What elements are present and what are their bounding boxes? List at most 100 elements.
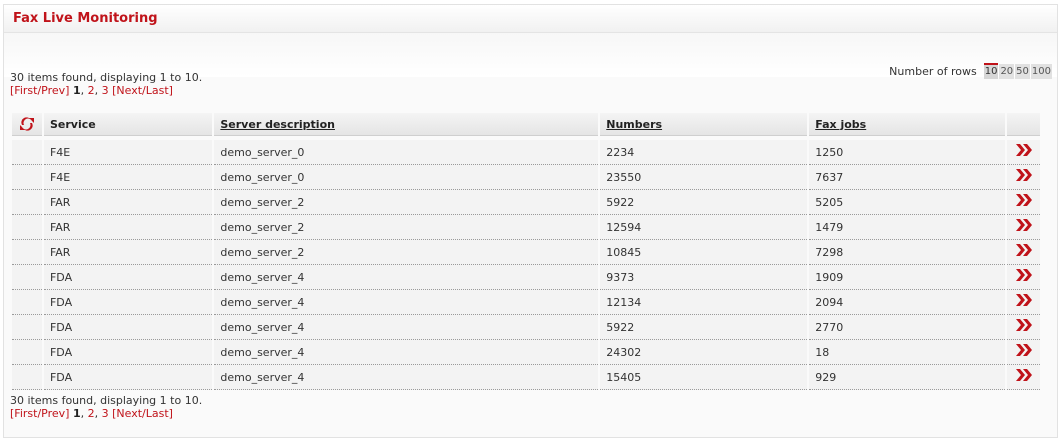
rows-per-page-label: Number of rows xyxy=(889,64,977,78)
table-row: FDA demo_server_4 9373 1909 xyxy=(12,265,1040,290)
column-header-numbers[interactable]: Numbers xyxy=(600,113,808,136)
double-chevron-right-icon[interactable] xyxy=(1015,168,1033,182)
page-3-link[interactable]: 3 xyxy=(102,407,109,420)
fax-jobs-cell: 5205 xyxy=(809,190,1006,215)
column-header-service: Service xyxy=(43,113,213,136)
numbers-cell: 5922 xyxy=(600,190,808,215)
row-lead-cell xyxy=(12,140,42,165)
row-action-cell xyxy=(1007,165,1040,190)
fax-monitoring-table: Service Server description Numbers Fax j… xyxy=(10,113,1042,390)
rows-option-50[interactable]: 50 xyxy=(1015,63,1030,79)
double-chevron-right-icon[interactable] xyxy=(1015,268,1033,282)
column-header-label[interactable]: Fax jobs xyxy=(815,118,866,131)
fax-jobs-cell: 7637 xyxy=(809,165,1006,190)
pager-separator: , xyxy=(80,84,88,97)
server-description-cell: demo_server_2 xyxy=(214,215,599,240)
server-description-cell: demo_server_2 xyxy=(214,240,599,265)
page-2-link[interactable]: 2 xyxy=(88,84,95,97)
service-cell: FDA xyxy=(43,265,213,290)
page-3-link[interactable]: 3 xyxy=(102,84,109,97)
server-description-cell: demo_server_4 xyxy=(214,315,599,340)
first-prev-link[interactable]: [First/Prev] xyxy=(10,84,69,97)
current-page: 1 xyxy=(72,407,81,420)
pager-separator: , xyxy=(94,84,102,97)
service-cell: FAR xyxy=(43,240,213,265)
table-row: FDA demo_server_4 15405 929 xyxy=(12,365,1040,390)
row-lead-cell xyxy=(12,240,42,265)
server-description-cell: demo_server_0 xyxy=(214,165,599,190)
column-header-label: Service xyxy=(49,117,96,131)
panel-header: Fax Live Monitoring xyxy=(4,5,1057,33)
column-header-label[interactable]: Numbers xyxy=(606,118,662,131)
numbers-cell: 10845 xyxy=(600,240,808,265)
first-prev-link[interactable]: [First/Prev] xyxy=(10,407,69,420)
service-cell: FDA xyxy=(43,315,213,340)
row-lead-cell xyxy=(12,265,42,290)
next-last-link[interactable]: [Next/Last] xyxy=(112,84,173,97)
page-2-link[interactable]: 2 xyxy=(88,407,95,420)
refresh-header-cell xyxy=(12,113,42,136)
fax-jobs-cell: 1909 xyxy=(809,265,1006,290)
numbers-cell: 23550 xyxy=(600,165,808,190)
double-chevron-right-icon[interactable] xyxy=(1015,343,1033,357)
column-header-label[interactable]: Server description xyxy=(220,118,335,131)
fax-jobs-cell: 7298 xyxy=(809,240,1006,265)
row-action-cell xyxy=(1007,265,1040,290)
column-header-fax-jobs[interactable]: Fax jobs xyxy=(809,113,1006,136)
table-row: FAR demo_server_2 5922 5205 xyxy=(12,190,1040,215)
table-body: F4E demo_server_0 2234 1250 F4E demo_server_0… xyxy=(12,140,1040,390)
row-action-cell xyxy=(1007,340,1040,365)
refresh-icon[interactable] xyxy=(19,116,35,132)
rows-per-page-control: Number of rows 10 20 50 100 xyxy=(889,63,1052,79)
double-chevron-right-icon[interactable] xyxy=(1015,193,1033,207)
row-action-cell xyxy=(1007,365,1040,390)
row-lead-cell xyxy=(12,290,42,315)
column-header-server-description[interactable]: Server description xyxy=(214,113,599,136)
rows-option-100[interactable]: 100 xyxy=(1030,63,1052,79)
row-lead-cell xyxy=(12,190,42,215)
service-cell: FAR xyxy=(43,215,213,240)
service-cell: FDA xyxy=(43,290,213,315)
double-chevron-right-icon[interactable] xyxy=(1015,243,1033,257)
table-row: F4E demo_server_0 23550 7637 xyxy=(12,165,1040,190)
fax-jobs-cell: 929 xyxy=(809,365,1006,390)
fax-jobs-cell: 2094 xyxy=(809,290,1006,315)
pager-bottom: [First/Prev] 1, 2, 3 [Next/Last] xyxy=(10,407,202,420)
server-description-cell: demo_server_4 xyxy=(214,290,599,315)
service-cell: F4E xyxy=(43,165,213,190)
double-chevron-right-icon[interactable] xyxy=(1015,318,1033,332)
service-cell: FDA xyxy=(43,340,213,365)
double-chevron-right-icon[interactable] xyxy=(1015,143,1033,157)
row-action-cell xyxy=(1007,240,1040,265)
row-lead-cell xyxy=(12,215,42,240)
row-action-cell xyxy=(1007,290,1040,315)
items-found-text: 30 items found, displaying 1 to 10. xyxy=(10,71,203,84)
pager-top: [First/Prev] 1, 2, 3 [Next/Last] xyxy=(10,84,202,97)
server-description-cell: demo_server_2 xyxy=(214,190,599,215)
table-row: F4E demo_server_0 2234 1250 xyxy=(12,140,1040,165)
pager-separator: , xyxy=(94,407,102,420)
row-lead-cell xyxy=(12,165,42,190)
rows-option-20[interactable]: 20 xyxy=(999,63,1015,79)
fax-jobs-cell: 1250 xyxy=(809,140,1006,165)
row-action-cell xyxy=(1007,190,1040,215)
next-last-link[interactable]: [Next/Last] xyxy=(112,407,173,420)
row-lead-cell xyxy=(12,340,42,365)
table-header-row: Service Server description Numbers Fax j… xyxy=(12,113,1040,136)
items-found-text: 30 items found, displaying 1 to 10. xyxy=(10,394,203,407)
numbers-cell: 12594 xyxy=(600,215,808,240)
fax-jobs-cell: 2770 xyxy=(809,315,1006,340)
double-chevron-right-icon[interactable] xyxy=(1015,293,1033,307)
server-description-cell: demo_server_4 xyxy=(214,365,599,390)
numbers-cell: 15405 xyxy=(600,365,808,390)
rows-option-10[interactable]: 10 xyxy=(983,63,999,79)
numbers-cell: 12134 xyxy=(600,290,808,315)
service-cell: FAR xyxy=(43,190,213,215)
double-chevron-right-icon[interactable] xyxy=(1015,368,1033,382)
double-chevron-right-icon[interactable] xyxy=(1015,218,1033,232)
server-description-cell: demo_server_4 xyxy=(214,340,599,365)
column-header-actions xyxy=(1007,113,1040,136)
table-row: FAR demo_server_2 10845 7298 xyxy=(12,240,1040,265)
numbers-cell: 2234 xyxy=(600,140,808,165)
service-cell: F4E xyxy=(43,140,213,165)
